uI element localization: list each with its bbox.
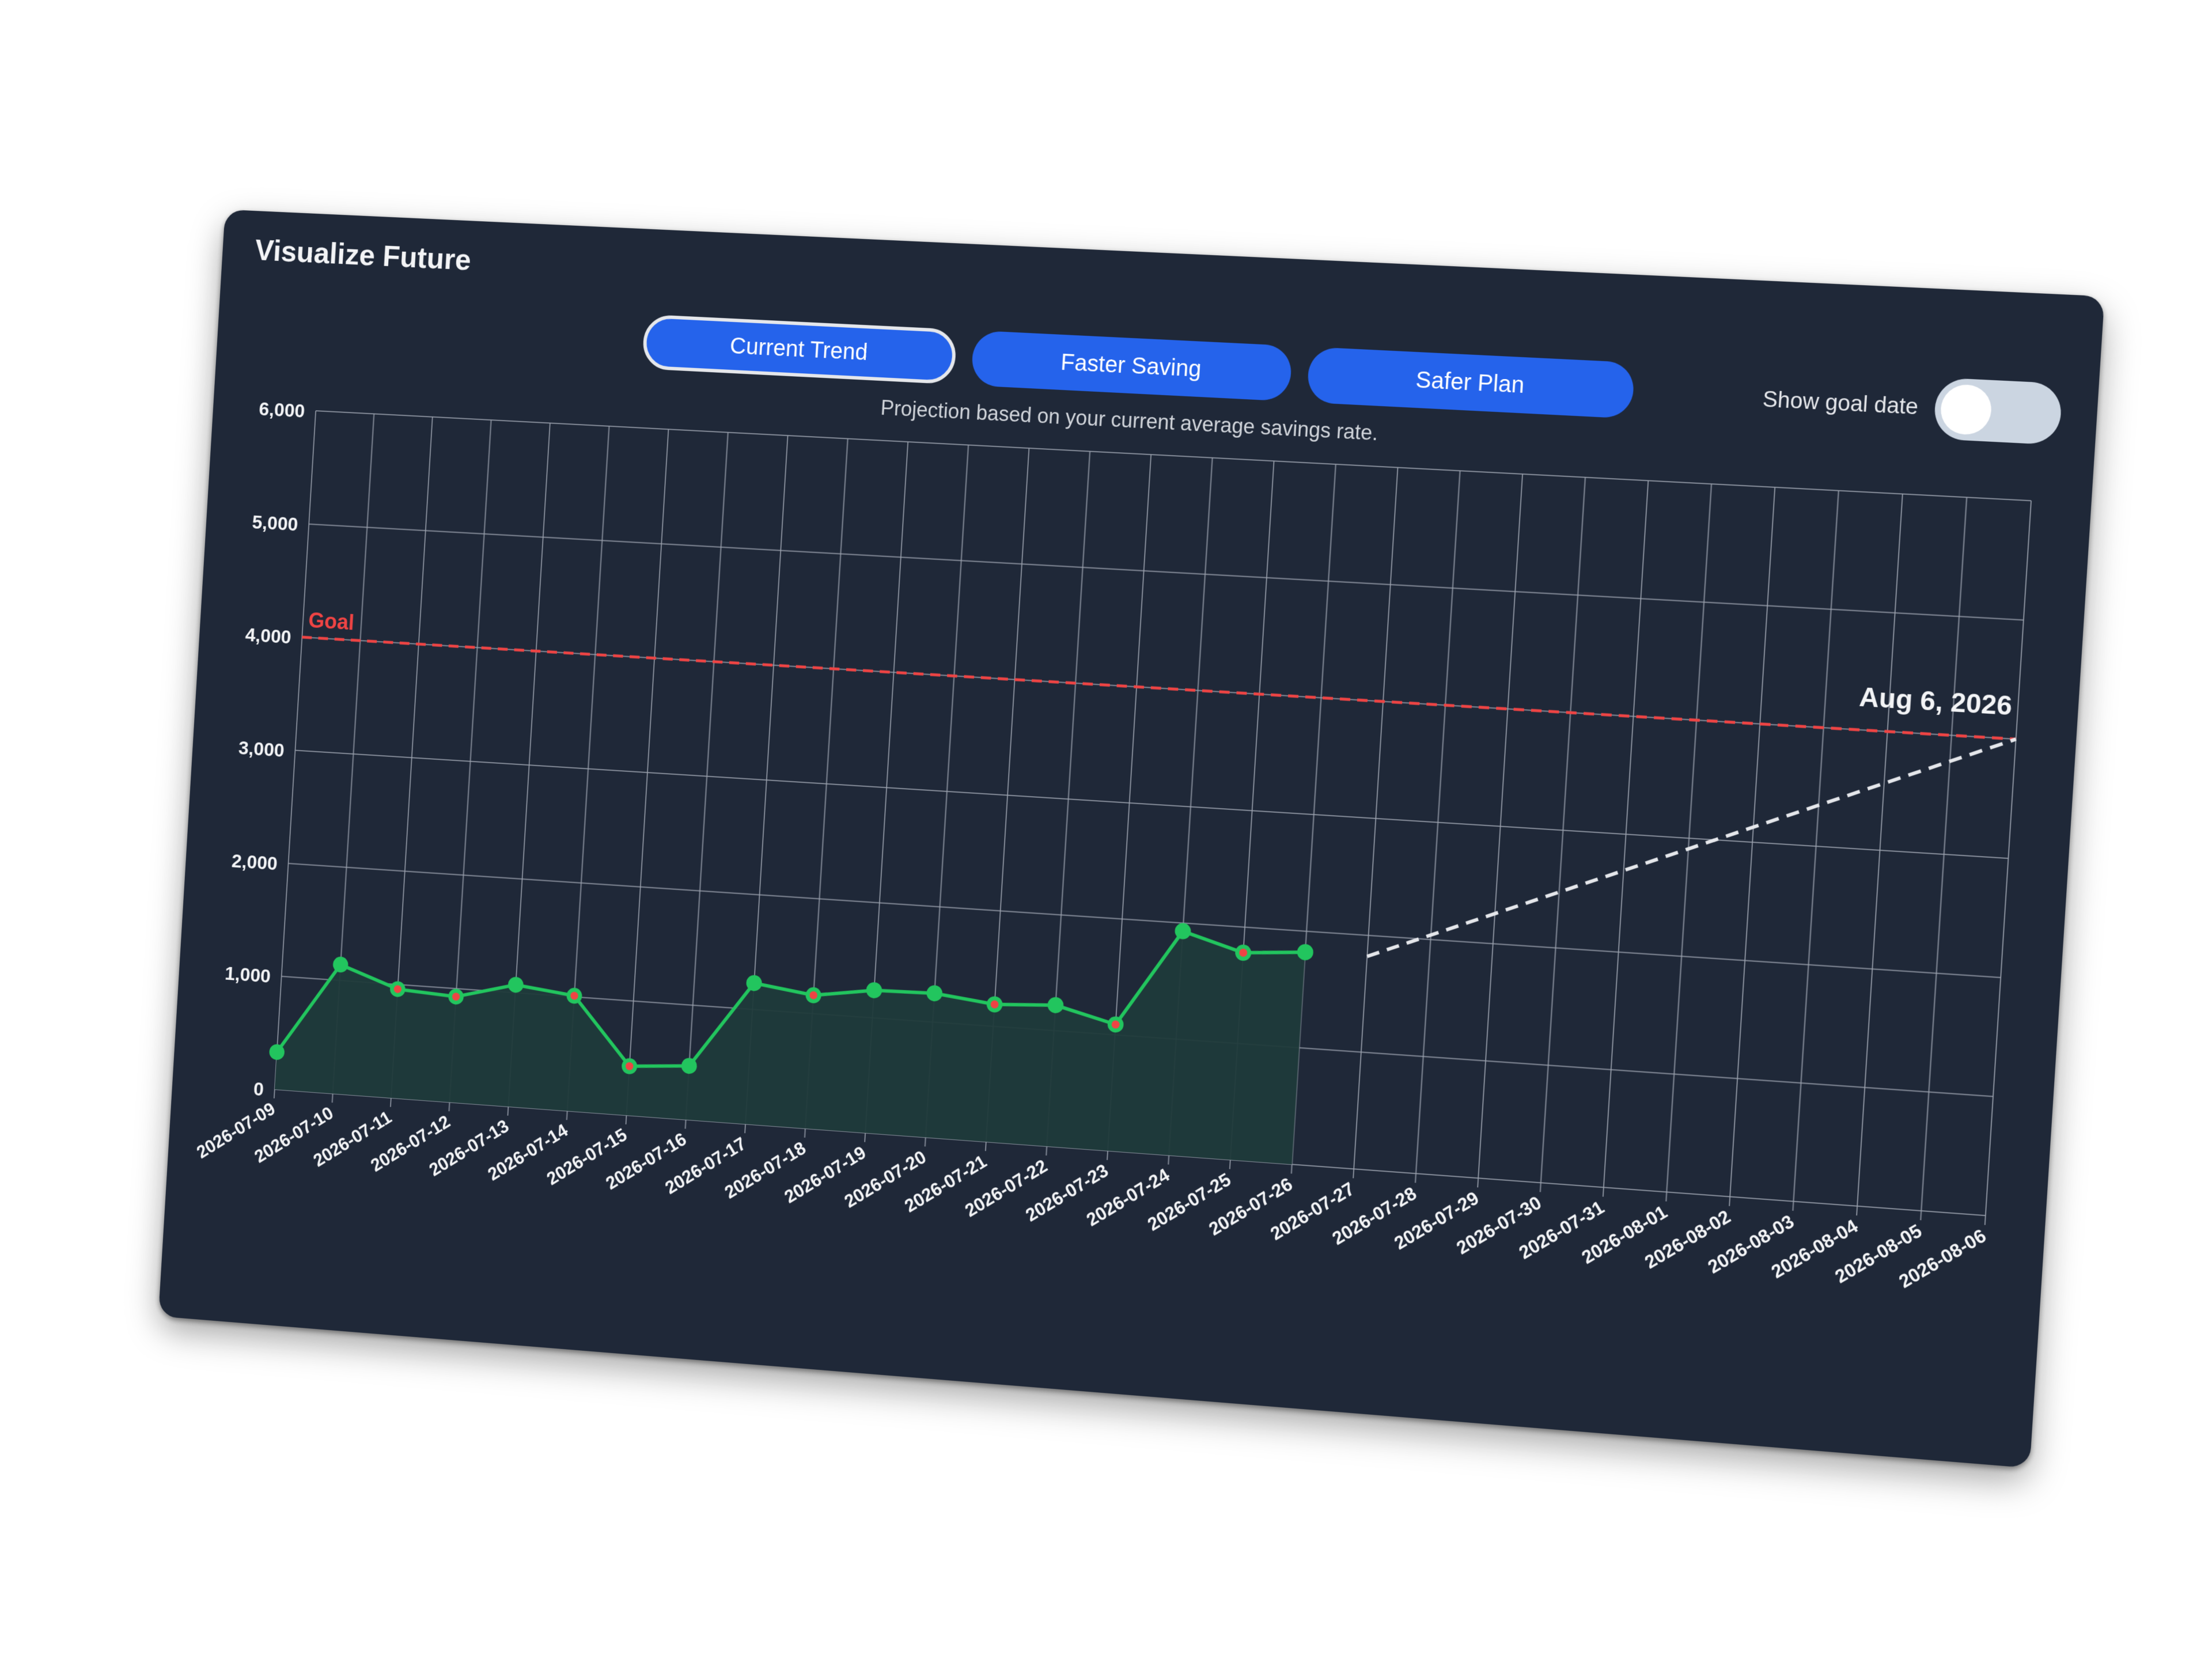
grid-line-vertical <box>1857 494 1903 1216</box>
savings-projection-chart: 01,0002,0003,0004,0005,0006,0002026-07-0… <box>158 210 2105 1468</box>
goal-label: Goal <box>308 608 355 634</box>
grid-line-vertical <box>1793 491 1838 1211</box>
grid-line-vertical <box>1666 484 1711 1201</box>
grid-line-vertical <box>1729 487 1775 1206</box>
y-tick-label: 3,000 <box>238 737 285 762</box>
y-tick-label: 1,000 <box>224 963 271 987</box>
grid-line-vertical <box>1985 501 2031 1225</box>
grid-line-vertical <box>1478 474 1522 1187</box>
grid-line-vertical <box>1415 471 1460 1183</box>
grid-line-vertical <box>626 429 669 1124</box>
grid-line-vertical <box>1540 478 1585 1192</box>
grid-line-vertical <box>1921 497 1967 1220</box>
grid-line-horizontal <box>289 863 2001 978</box>
visualize-future-card: Visualize Future Current Trend Faster Sa… <box>158 210 2105 1468</box>
y-tick-label: 4,000 <box>245 624 292 648</box>
grid-line-horizontal <box>316 411 2031 501</box>
projection-line <box>1367 702 2016 999</box>
y-tick-label: 2,000 <box>231 850 278 874</box>
grid-line-horizontal <box>309 524 2024 620</box>
y-tick-label: 0 <box>253 1078 264 1100</box>
y-tick-label: 5,000 <box>252 512 299 535</box>
goal-date-label: Aug 6, 2026 <box>1858 681 2013 721</box>
y-tick-label: 6,000 <box>258 399 305 422</box>
grid-line-horizontal <box>295 751 2008 859</box>
grid-line-vertical <box>1603 480 1648 1196</box>
grid-line-vertical <box>1353 468 1397 1179</box>
